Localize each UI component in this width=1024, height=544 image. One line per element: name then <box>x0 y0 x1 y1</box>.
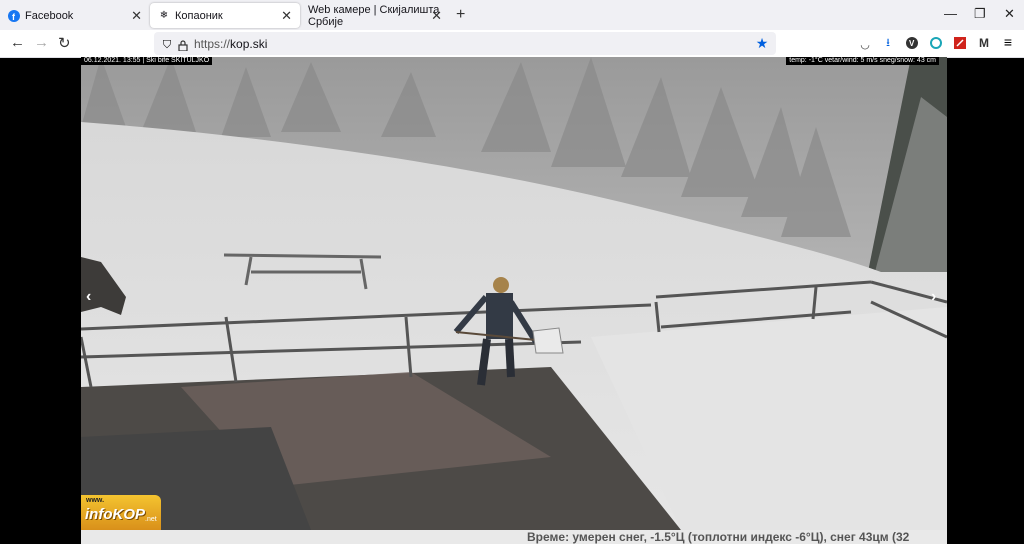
nav-bar: ← → ↻ ⛉ https://kop.ski ★ ◡ ⭳ V M ≡ <box>0 30 1024 58</box>
tab-facebook[interactable]: f Facebook ✕ <box>0 3 150 28</box>
weather-caption: Време: умерен снег, -1.5°Ц (топлотни инд… <box>81 530 947 544</box>
forward-icon[interactable]: → <box>34 34 49 51</box>
restore-icon[interactable]: ❐ <box>974 6 986 22</box>
bookmark-star-icon[interactable]: ★ <box>755 35 769 51</box>
reload-icon[interactable]: ↻ <box>58 34 71 52</box>
lock-icon[interactable] <box>176 38 190 52</box>
next-arrow-icon[interactable]: › <box>931 288 936 306</box>
extension-red-icon[interactable] <box>953 36 967 50</box>
close-tab-icon[interactable]: ✕ <box>431 8 442 24</box>
webcam-image: 06.12.2021. 13:55 | Ski bife SKITULJKO t… <box>81 57 947 530</box>
new-tab-button[interactable]: + <box>456 6 465 24</box>
infokop-logo[interactable]: www. infoKOP .net <box>81 495 161 530</box>
pocket-icon[interactable]: ◡ <box>858 37 872 51</box>
webcam-snow-scene <box>81 57 947 530</box>
svg-text:V: V <box>909 39 915 48</box>
webcam-timestamp: 06.12.2021. 13:55 | Ski bife SKITULJKO <box>81 57 213 65</box>
gmail-icon[interactable]: M <box>977 36 991 50</box>
tab-kopaonik[interactable]: ❄ Копаоник ✕ <box>150 3 300 28</box>
prev-arrow-icon[interactable]: ‹ <box>86 288 91 306</box>
downloads-icon[interactable]: ⭳ <box>881 36 895 50</box>
facebook-icon: f <box>8 9 20 22</box>
snowflake-icon: ❄ <box>159 10 169 21</box>
close-window-icon[interactable]: ✕ <box>1004 6 1015 22</box>
tab-label: Web камере | Скијалишта Србије <box>308 3 440 28</box>
url-bar[interactable]: ⛉ https://kop.ski ★ <box>154 32 776 55</box>
close-tab-icon[interactable]: ✕ <box>281 8 292 24</box>
menu-icon[interactable]: ≡ <box>1001 34 1015 50</box>
webcam-weather-readout: temp: -1°C vetar/wind: 5 m/s sneg/snow: … <box>786 57 939 65</box>
tab-webcams[interactable]: Web камере | Скијалишта Србије ✕ <box>300 3 450 28</box>
close-tab-icon[interactable]: ✕ <box>131 8 142 24</box>
shield-icon[interactable]: ⛉ <box>160 38 174 52</box>
tab-label: Копаоник <box>175 9 223 22</box>
extension-v-icon[interactable]: V <box>905 36 919 50</box>
extension-sync-icon[interactable] <box>929 36 943 50</box>
back-icon[interactable]: ← <box>10 34 25 51</box>
minimize-icon[interactable]: — <box>944 6 957 21</box>
tab-bar: f Facebook ✕ ❄ Копаоник ✕ Web камере | С… <box>0 0 1024 30</box>
tab-label: Facebook <box>25 9 74 22</box>
url-text[interactable]: https://kop.ski <box>194 37 267 51</box>
